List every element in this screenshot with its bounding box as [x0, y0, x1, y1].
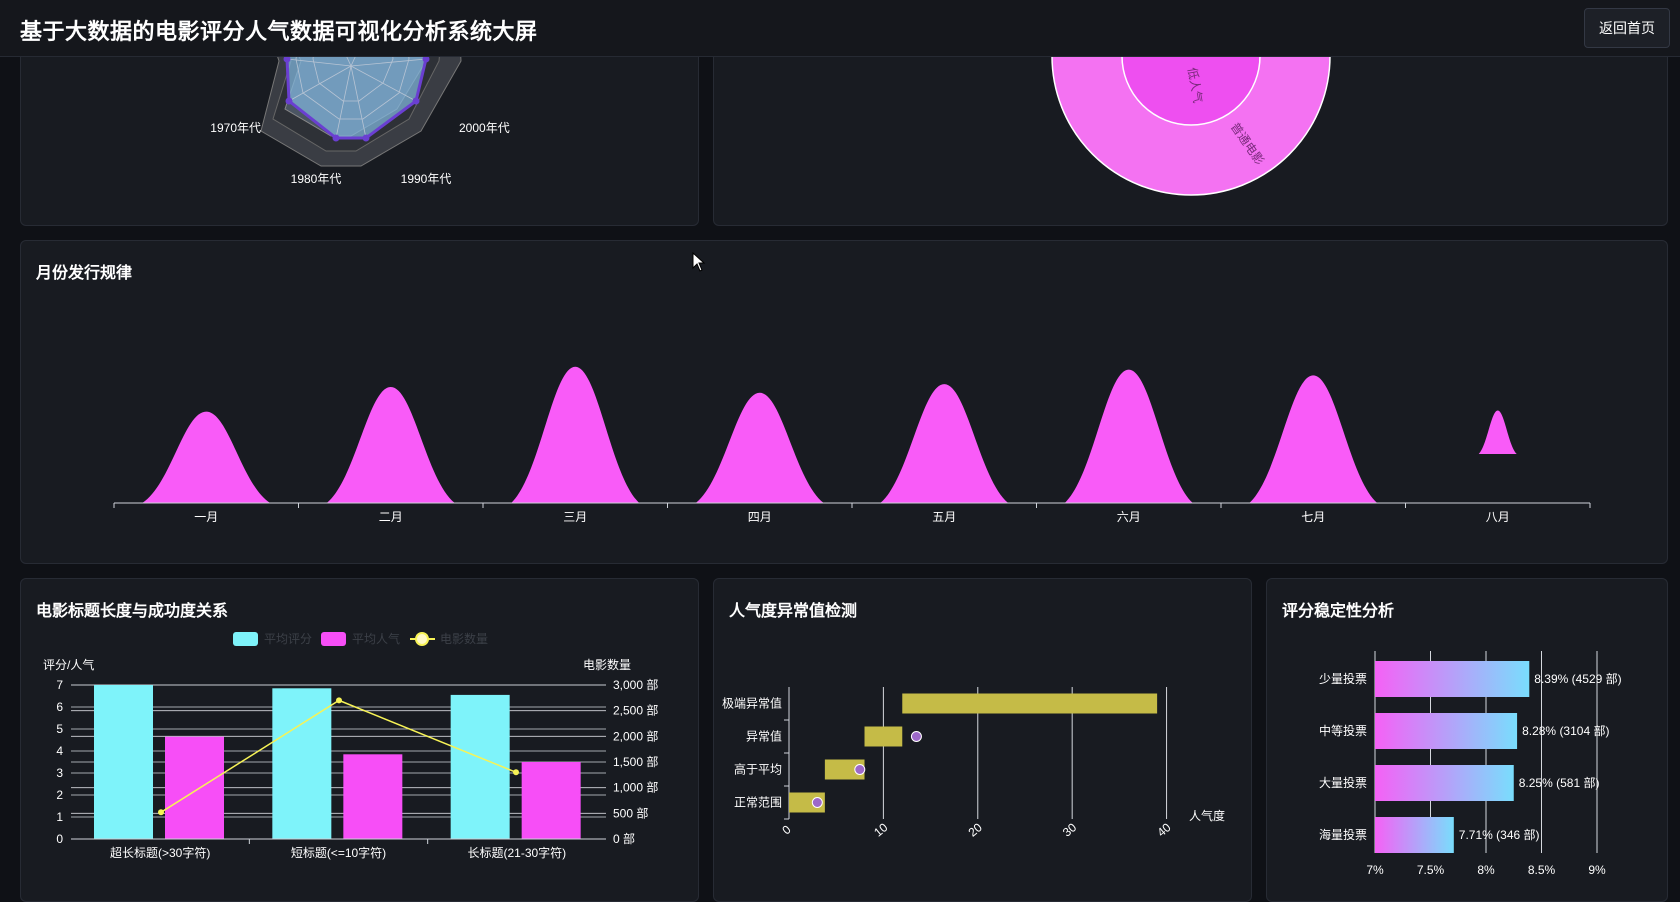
outlier-y-label-2: 高于平均	[734, 762, 782, 777]
stab-value-label-2: 8.28% (3104 部)	[1522, 723, 1609, 738]
stab-x-label-2: 8%	[1477, 863, 1495, 877]
title-left-tick-4: 4	[56, 744, 63, 758]
month-peak-5	[880, 384, 1009, 503]
stab-y-label-1: 少量投票	[1319, 671, 1367, 686]
title-length-chart: 平均评分 平均人气 电影数量 评分/人气 电影数量 0 1 2 3 4 5 6 7 0 部 500…	[43, 631, 658, 860]
stab-y-label-4: 海量投票	[1319, 827, 1367, 842]
stab-value-label-1: 8.39% (4529 部)	[1534, 671, 1621, 686]
title-right-tick-5: 2,500 部	[613, 703, 658, 718]
outlier-y-label-1: 正常范围	[734, 796, 782, 810]
legend-swatch-avg-score[interactable]	[233, 632, 258, 646]
month-peak-6	[1064, 369, 1193, 503]
title-left-tick-3: 3	[56, 766, 63, 780]
outlier-x-label-3: 30	[1060, 820, 1079, 840]
title-left-tick-7: 7	[56, 678, 63, 692]
stab-value-label-4: 7.71% (346 部)	[1459, 827, 1540, 842]
count-point-1	[158, 809, 164, 816]
stability-chart: 少量投票中等投票大量投票海量投票 8.39% (4529 部) 8.28% (31…	[1319, 651, 1622, 877]
stab-bar-2	[1375, 713, 1518, 749]
outlier-point-3	[910, 731, 922, 742]
stab-value-label-3: 8.25% (581 部)	[1519, 775, 1600, 790]
outlier-bar-4	[902, 693, 1158, 714]
stab-x-label-3: 8.5%	[1528, 863, 1556, 877]
stab-y-label-3: 大量投票	[1319, 775, 1367, 790]
legend-dot-count[interactable]	[415, 632, 429, 646]
month-label-4: 四月	[748, 510, 772, 524]
title-right-tick-0: 0 部	[613, 831, 635, 846]
bar-avg-pop-1	[165, 736, 224, 839]
title-left-tick-6: 6	[56, 700, 63, 714]
mouse-cursor-icon	[692, 252, 706, 272]
month-release-panel: 月份发行规律 一月 二月 三月 四月 五月 六月 七月 八月	[20, 240, 1668, 564]
title-left-tick-0: 0	[56, 832, 63, 846]
stab-y-label-2: 中等投票	[1319, 723, 1367, 738]
outlier-x-label-1: 10	[871, 820, 890, 840]
title-left-tick-1: 1	[56, 810, 63, 824]
stability-panel: 评分稳定性分析 少量投票 中等投票 大量投票 海量投票 8.39% (4529 部) 8…	[1266, 578, 1668, 902]
month-peak-8	[1478, 410, 1517, 454]
radar-label-2000: 2000年代	[459, 121, 510, 135]
right-axis-name: 电影数量	[583, 657, 631, 672]
month-peak-3	[511, 366, 640, 503]
outlier-y-label-4: 极端异常值	[722, 696, 782, 711]
stab-bar-1	[1375, 661, 1530, 697]
title-right-tick-2: 1,000 部	[613, 780, 658, 795]
month-label-8: 八月	[1486, 510, 1510, 524]
bar-avg-score-1	[94, 685, 153, 839]
month-label-1: 一月	[194, 510, 218, 524]
title-right-tick-6: 3,000 部	[613, 677, 658, 692]
title-x-label-2: 短标题(<=10字符)	[291, 845, 386, 860]
title-left-tick-5: 5	[56, 722, 63, 736]
month-label-6: 六月	[1117, 510, 1141, 524]
month-chart: 一月 二月 三月 四月 五月 六月 七月 八月	[113, 366, 1591, 524]
back-home-button[interactable]: 返回首页	[1584, 8, 1670, 48]
title-right-tick-4: 2,000 部	[613, 728, 658, 743]
month-label-5: 五月	[932, 510, 956, 524]
title-left-tick-2: 2	[56, 788, 63, 802]
outlier-point-2	[854, 764, 866, 775]
title-right-tick-3: 1,500 部	[613, 754, 658, 769]
month-peak-2	[326, 387, 455, 503]
outlier-x-label-0: 0	[779, 822, 793, 837]
title-x-label-3: 长标题(21-30字符)	[467, 845, 566, 860]
outlier-x-label-2: 20	[966, 820, 985, 840]
title-legend[interactable]: 平均评分 平均人气 电影数量	[233, 631, 488, 646]
title-x-label-1: 超长标题(>30字符)	[110, 845, 210, 860]
title-right-tick-1: 500 部	[613, 805, 648, 820]
stab-bar-4	[1375, 817, 1454, 853]
month-peak-7	[1249, 375, 1378, 503]
radar-label-1990: 1990年代	[401, 172, 452, 186]
outlier-x-axis-name: 人气度	[1189, 808, 1225, 823]
legend-swatch-avg-pop[interactable]	[321, 632, 346, 646]
bar-avg-score-3	[450, 694, 510, 839]
radar-label-1970: 1970年代	[210, 121, 261, 135]
radar-label-1980: 1980年代	[291, 172, 342, 186]
stab-bar-3	[1375, 765, 1514, 801]
stab-x-label-1: 7.5%	[1417, 863, 1445, 877]
month-label-2: 二月	[379, 510, 403, 524]
outlier-chart: 正常范围 高于平均 异常值 极端异常值 0 10 20 30 40 人气度	[722, 687, 1225, 840]
outlier-point-1	[811, 797, 823, 808]
month-peak-4	[695, 392, 824, 503]
month-label-3: 三月	[563, 510, 587, 524]
bar-avg-pop-3	[521, 762, 581, 839]
left-axis-name: 评分/人气	[43, 657, 94, 672]
legend-label-avg-pop[interactable]: 平均人气	[352, 631, 400, 646]
outlier-x-label-4: 40	[1154, 820, 1173, 840]
legend-label-count[interactable]: 电影数量	[440, 631, 488, 646]
outlier-panel: 人气度异常值检测 正常范围 高于平均 异常值 极端异常值 0 10 20 30 40 人气度	[713, 578, 1252, 902]
title-length-panel: 电影标题长度与成功度关系 平均评分 平均人气 电影数量 评分/人气 电影数量 0…	[20, 578, 699, 902]
top-header: 基于大数据的电影评分人气数据可视化分析系统大屏 返回首页	[0, 0, 1680, 57]
outlier-bar-3	[864, 726, 903, 747]
bar-avg-pop-2	[343, 754, 403, 839]
stab-x-label-4: 9%	[1588, 863, 1606, 877]
outlier-y-label-3: 异常值	[746, 729, 782, 744]
stab-x-label-0: 7%	[1366, 863, 1384, 877]
page-title: 基于大数据的电影评分人气数据可视化分析系统大屏	[20, 19, 538, 44]
legend-label-avg-score[interactable]: 平均评分	[264, 632, 312, 646]
month-label-7: 七月	[1301, 510, 1325, 524]
count-point-3	[513, 769, 519, 776]
month-peak-1	[142, 411, 271, 503]
count-point-2	[336, 697, 342, 704]
